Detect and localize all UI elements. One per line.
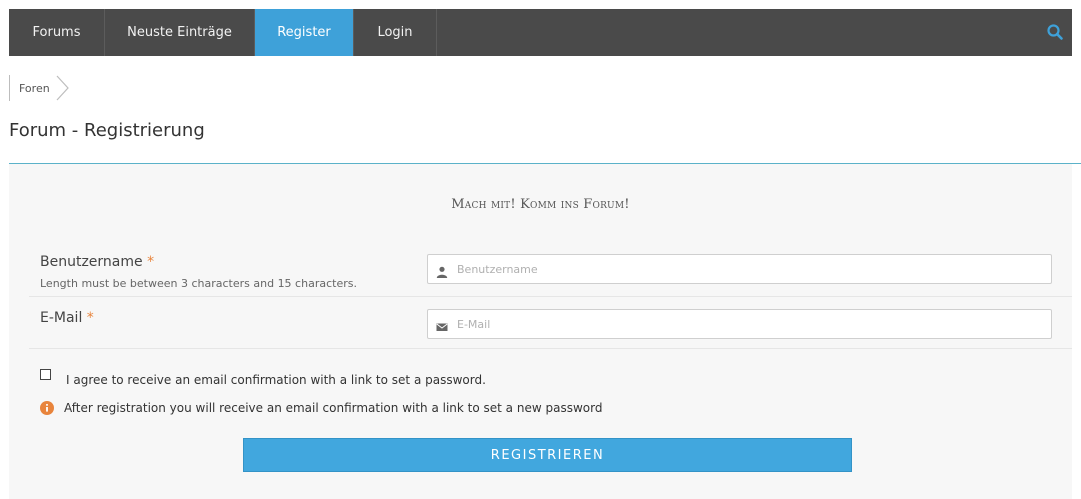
required-mark: *	[147, 254, 155, 270]
email-input[interactable]	[457, 317, 1051, 331]
nav-latest-entries[interactable]: Neuste Einträge	[105, 9, 255, 56]
breadcrumb: Foren	[9, 75, 70, 101]
nav-login[interactable]: Login	[354, 9, 437, 56]
email-label-text: E-Mail	[40, 310, 83, 326]
nav-forums[interactable]: Forums	[9, 9, 105, 56]
row-divider	[29, 348, 1072, 349]
info-icon	[40, 400, 54, 415]
form-heading: Mach mit! Komm ins Forum!	[451, 197, 630, 212]
email-label: E-Mail *	[40, 310, 94, 326]
page-title: Forum - Registrierung	[9, 120, 205, 141]
required-mark: *	[86, 310, 94, 326]
email-field[interactable]	[427, 309, 1052, 339]
row-divider	[29, 296, 1072, 297]
envelope-icon	[436, 318, 448, 331]
chevron-right-icon	[56, 75, 70, 101]
search-icon[interactable]	[1046, 23, 1064, 41]
top-navbar: Forums Neuste Einträge Register Login	[9, 9, 1072, 56]
nav-register[interactable]: Register	[255, 9, 354, 56]
breadcrumb-item-foren[interactable]: Foren	[10, 82, 56, 95]
consent-checkbox[interactable]	[40, 369, 51, 380]
user-icon	[436, 263, 448, 278]
register-button[interactable]: REGISTRIEREN	[243, 438, 852, 472]
info-message: After registration you will receive an e…	[64, 401, 603, 415]
username-field[interactable]	[427, 254, 1052, 284]
username-hint: Length must be between 3 characters and …	[40, 277, 357, 290]
consent-label[interactable]: I agree to receive an email confirmation…	[66, 373, 486, 387]
username-label: Benutzername *	[40, 254, 154, 270]
username-input[interactable]	[457, 262, 1051, 276]
username-label-text: Benutzername	[40, 254, 143, 270]
